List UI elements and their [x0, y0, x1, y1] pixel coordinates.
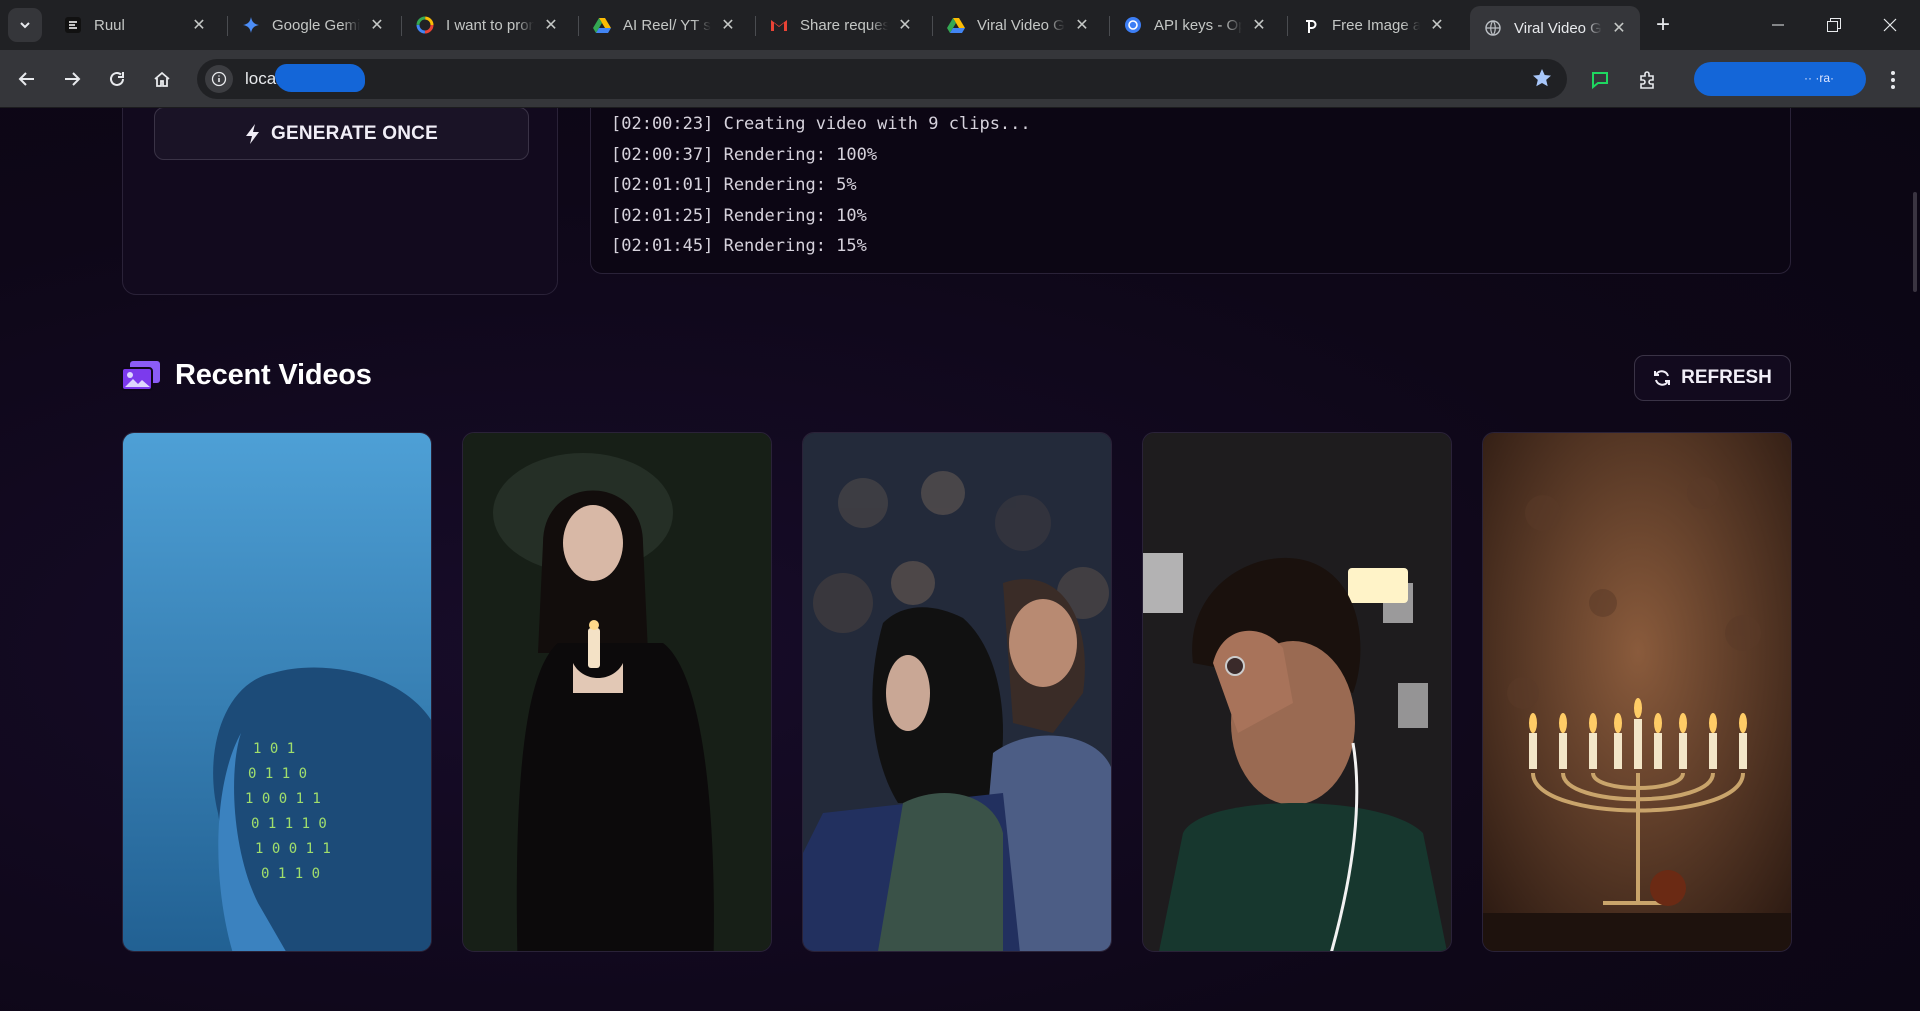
- video-thumbnail: 1 0 1 0 1 1 0 1 0 0 1 1 0 1 1 1 0 1 0 0 1 1…: [123, 433, 431, 952]
- forward-button[interactable]: [55, 62, 89, 96]
- svg-text:1 0 1: 1 0 1: [253, 741, 295, 757]
- tab-drive-viral[interactable]: Viral Video Generator ✕: [933, 6, 1103, 44]
- minimize-icon: [1772, 19, 1784, 31]
- site-info-icon[interactable]: [205, 65, 233, 93]
- reload-icon: [108, 70, 126, 88]
- ruul-icon: [64, 16, 82, 34]
- plus-icon: +: [1656, 11, 1670, 39]
- google-drive-icon: [593, 16, 611, 34]
- video-thumbnail: [463, 433, 771, 952]
- tab-google-search[interactable]: I want to promote ✕: [402, 6, 572, 44]
- svg-text:1 0 0 1 1: 1 0 0 1 1: [255, 841, 331, 857]
- tab-gemini[interactable]: Google Gemini ✕: [228, 6, 398, 44]
- tab-title: AI Reel/ YT shorts: [623, 17, 711, 34]
- svg-text:0 1 1 1 0: 0 1 1 1 0: [251, 816, 327, 832]
- openai-icon: [1124, 16, 1142, 34]
- chat-extension-icon[interactable]: [1585, 65, 1615, 95]
- lightning-icon: [245, 124, 261, 144]
- more-menu-icon[interactable]: [1878, 65, 1908, 95]
- log-line: [02:00:23] Creating video with 9 clips..…: [611, 109, 1790, 140]
- tab-title: Viral Video Generator: [1514, 20, 1602, 37]
- tab-title: Viral Video Generator: [977, 17, 1065, 34]
- tab-title: Ruul: [94, 17, 182, 34]
- log-line: [02:01:01] Rendering: 5%: [611, 170, 1790, 201]
- tab-title: Free Image and: [1332, 17, 1420, 34]
- recent-videos-header: Recent Videos: [121, 359, 372, 392]
- refresh-label: REFRESH: [1681, 367, 1772, 389]
- section-title: Recent Videos: [175, 359, 372, 392]
- page-content: GENERATE ONCE [02:00:23] Creating video …: [0, 108, 1920, 1011]
- redaction-mark: [275, 64, 365, 92]
- google-icon: [416, 16, 434, 34]
- close-icon[interactable]: ✕: [1073, 16, 1091, 34]
- restore-button[interactable]: [1806, 0, 1862, 50]
- generate-once-label: GENERATE ONCE: [271, 123, 438, 145]
- bookmark-star-icon[interactable]: [1531, 67, 1553, 94]
- close-icon[interactable]: ✕: [1610, 19, 1628, 37]
- refresh-icon: [1653, 369, 1671, 387]
- video-thumbnail: [1483, 433, 1791, 952]
- refresh-button[interactable]: REFRESH: [1634, 355, 1791, 401]
- close-icon: [1883, 18, 1897, 32]
- globe-icon: [1484, 19, 1502, 37]
- generator-panel: GENERATE ONCE: [122, 108, 558, 295]
- tab-title: I want to promote: [446, 17, 534, 34]
- arrow-left-icon: [18, 70, 36, 88]
- tab-gmail[interactable]: Share request ✕: [756, 6, 926, 44]
- video-card[interactable]: [1482, 432, 1792, 952]
- reload-button[interactable]: [100, 62, 134, 96]
- profile-chip[interactable]: ·· ·ra·: [1694, 62, 1866, 96]
- tab-title: API keys - OpenAI: [1154, 17, 1242, 34]
- close-icon[interactable]: ✕: [1250, 16, 1268, 34]
- generate-once-button[interactable]: GENERATE ONCE: [154, 108, 529, 160]
- gmail-icon: [770, 16, 788, 34]
- video-card[interactable]: 1 0 1 0 1 1 0 1 0 0 1 1 0 1 1 1 0 1 0 0 1 1…: [122, 432, 432, 952]
- close-icon[interactable]: ✕: [896, 16, 914, 34]
- close-icon[interactable]: ✕: [368, 16, 386, 34]
- close-icon[interactable]: ✕: [542, 16, 560, 34]
- tab-ruul[interactable]: Ruul ✕: [50, 6, 220, 44]
- tab-title: Google Gemini: [272, 17, 360, 34]
- google-drive-icon: [947, 16, 965, 34]
- video-thumbnail: [1143, 433, 1451, 952]
- tab-search-button[interactable]: [8, 8, 42, 42]
- video-thumbnail: [803, 433, 1111, 952]
- restore-icon: [1827, 18, 1841, 32]
- svg-text:1 0 0 1 1: 1 0 0 1 1: [245, 791, 321, 807]
- video-card[interactable]: [802, 432, 1112, 952]
- close-icon[interactable]: ✕: [190, 16, 208, 34]
- home-button[interactable]: [145, 62, 179, 96]
- extensions-puzzle-icon[interactable]: [1632, 65, 1662, 95]
- log-line: [02:01:45] Rendering: 15%: [611, 231, 1790, 262]
- tab-openai[interactable]: API keys - OpenAI ✕: [1110, 6, 1280, 44]
- close-icon[interactable]: ✕: [1428, 16, 1446, 34]
- svg-text:0 1 1 0: 0 1 1 0: [261, 866, 320, 882]
- render-log-panel: [02:00:23] Creating video with 9 clips..…: [590, 108, 1791, 274]
- pexels-icon: [1302, 16, 1320, 34]
- profile-redacted: ·· ·ra·: [1804, 71, 1834, 85]
- tab-viral-video-active[interactable]: Viral Video Generator ✕: [1470, 6, 1640, 50]
- tab-drive-reel[interactable]: AI Reel/ YT shorts ✕: [579, 6, 749, 44]
- new-tab-button[interactable]: +: [1648, 10, 1678, 40]
- home-icon: [153, 70, 171, 88]
- tab-pexels[interactable]: Free Image and ✕: [1288, 6, 1458, 44]
- browser-toolbar: localh ·· ·ra·: [0, 50, 1920, 108]
- svg-text:0 1 1 0: 0 1 1 0: [248, 766, 307, 782]
- browser-tab-strip: Ruul ✕ Google Gemini ✕ I want to promote…: [0, 0, 1920, 50]
- photo-gallery-icon: [121, 360, 161, 392]
- close-window-button[interactable]: [1862, 0, 1918, 50]
- page-scrollbar[interactable]: [1913, 192, 1917, 292]
- gemini-icon: [242, 16, 260, 34]
- tab-title: Share request: [800, 17, 888, 34]
- address-bar[interactable]: localh: [197, 59, 1567, 99]
- video-card[interactable]: [462, 432, 772, 952]
- close-icon[interactable]: ✕: [719, 16, 737, 34]
- back-button[interactable]: [10, 62, 44, 96]
- log-line: [02:00:37] Rendering: 100%: [611, 140, 1790, 171]
- log-line: [02:01:25] Rendering: 10%: [611, 201, 1790, 232]
- arrow-right-icon: [63, 70, 81, 88]
- video-card[interactable]: [1142, 432, 1452, 952]
- minimize-button[interactable]: [1750, 0, 1806, 50]
- chevron-down-icon: [18, 18, 32, 32]
